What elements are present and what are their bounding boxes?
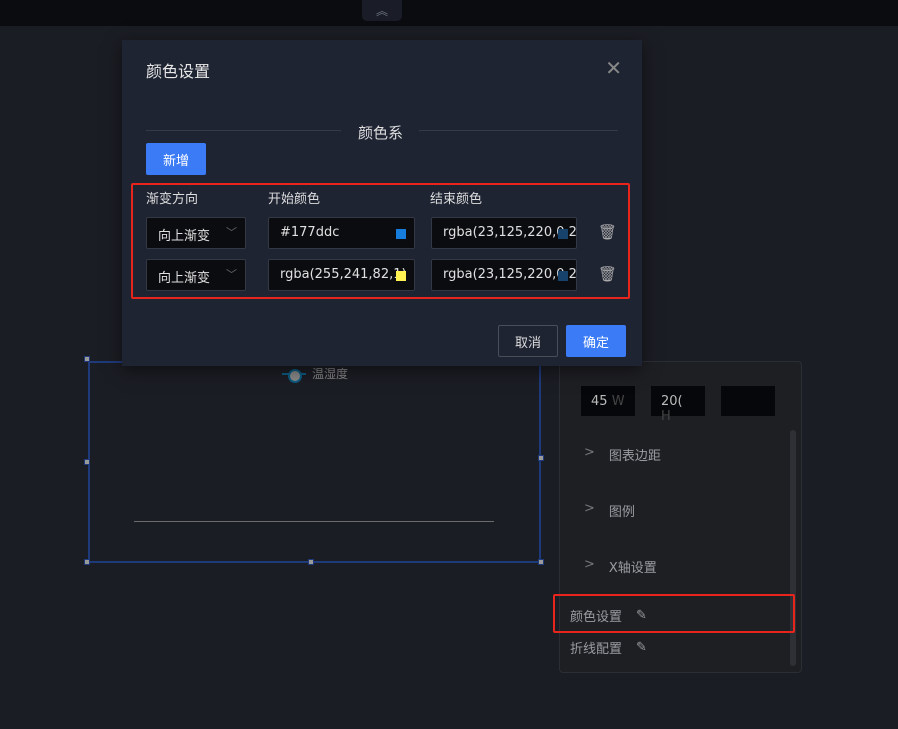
close-icon[interactable]: ✕	[605, 56, 622, 80]
start-color-input[interactable]: #177ddc	[268, 217, 415, 249]
select-value: 向上渐变	[158, 229, 211, 244]
column-header: 结束颜色	[430, 192, 483, 207]
input-value: rgba(23,125,220,0.2!	[443, 267, 577, 282]
divider	[419, 130, 618, 131]
divider-label: 颜色系	[358, 124, 404, 142]
top-bar	[0, 0, 898, 26]
resize-handle[interactable]	[84, 459, 90, 465]
height-input[interactable]: 20( H	[651, 386, 705, 424]
legend-marker-icon	[282, 368, 306, 383]
section-label: 图表边距	[608, 449, 661, 464]
section-legend[interactable]: > 图例	[584, 501, 635, 520]
color-swatch[interactable]	[558, 229, 568, 239]
x-axis-line	[134, 521, 494, 522]
input-value: rgba(23,125,220,0.2!	[443, 225, 577, 240]
color-settings-dialog: 颜色设置 ✕ 颜色系 新增 渐变方向 开始颜色 结束颜色 向上渐变 ﹀ #177d…	[122, 40, 642, 366]
chevrons-up-icon: ︽	[375, 4, 388, 18]
chevron-right-icon: >	[584, 557, 595, 572]
line-config-item[interactable]: 折线配置 ✎	[570, 638, 647, 657]
edit-icon[interactable]: ✎	[636, 640, 647, 655]
section-label: 图例	[608, 505, 635, 520]
column-header: 渐变方向	[146, 192, 199, 207]
trash-icon[interactable]: 🗑	[598, 265, 617, 283]
chart-selection-box[interactable]	[88, 361, 541, 563]
resize-handle[interactable]	[84, 356, 90, 362]
input-value: rgba(255,241,82,1)	[280, 267, 407, 282]
collapse-button[interactable]: ︽	[362, 0, 402, 21]
chevron-down-icon: ﹀	[226, 226, 237, 239]
chevron-right-icon: >	[584, 501, 595, 516]
highlight-box	[553, 594, 795, 633]
resize-handle[interactable]	[308, 559, 314, 565]
cancel-button[interactable]: 取消	[498, 325, 558, 357]
column-header: 开始颜色	[268, 192, 321, 207]
width-input[interactable]: 45 W	[581, 386, 635, 416]
color-swatch[interactable]	[396, 229, 406, 239]
confirm-button[interactable]: 确定	[566, 325, 626, 357]
color-swatch[interactable]	[558, 271, 568, 281]
section-x-axis[interactable]: > X轴设置	[584, 557, 657, 576]
section-label: X轴设置	[608, 561, 657, 576]
direction-select[interactable]: 向上渐变 ﹀	[146, 259, 246, 291]
item-label: 折线配置	[570, 642, 623, 657]
chevron-right-icon: >	[584, 445, 595, 460]
trash-icon[interactable]: 🗑	[598, 223, 617, 241]
resize-handle[interactable]	[538, 559, 544, 565]
chart-legend: 温湿度	[282, 365, 349, 383]
resize-handle[interactable]	[538, 455, 544, 461]
select-value: 向上渐变	[158, 271, 211, 286]
end-color-input[interactable]: rgba(23,125,220,0.2!	[431, 259, 577, 291]
extra-input[interactable]	[721, 386, 775, 416]
add-button[interactable]: 新增	[146, 143, 206, 175]
chevron-down-icon: ﹀	[226, 268, 237, 281]
dialog-title: 颜色设置	[146, 62, 211, 81]
input-value: #177ddc	[280, 225, 340, 240]
resize-handle[interactable]	[84, 559, 90, 565]
color-swatch[interactable]	[396, 271, 406, 281]
end-color-input[interactable]: rgba(23,125,220,0.2!	[431, 217, 577, 249]
section-chart-margin[interactable]: > 图表边距	[584, 445, 661, 464]
divider	[146, 130, 341, 131]
start-color-input[interactable]: rgba(255,241,82,1)	[268, 259, 415, 291]
legend-label: 温湿度	[312, 367, 349, 381]
direction-select[interactable]: 向上渐变 ﹀	[146, 217, 246, 249]
